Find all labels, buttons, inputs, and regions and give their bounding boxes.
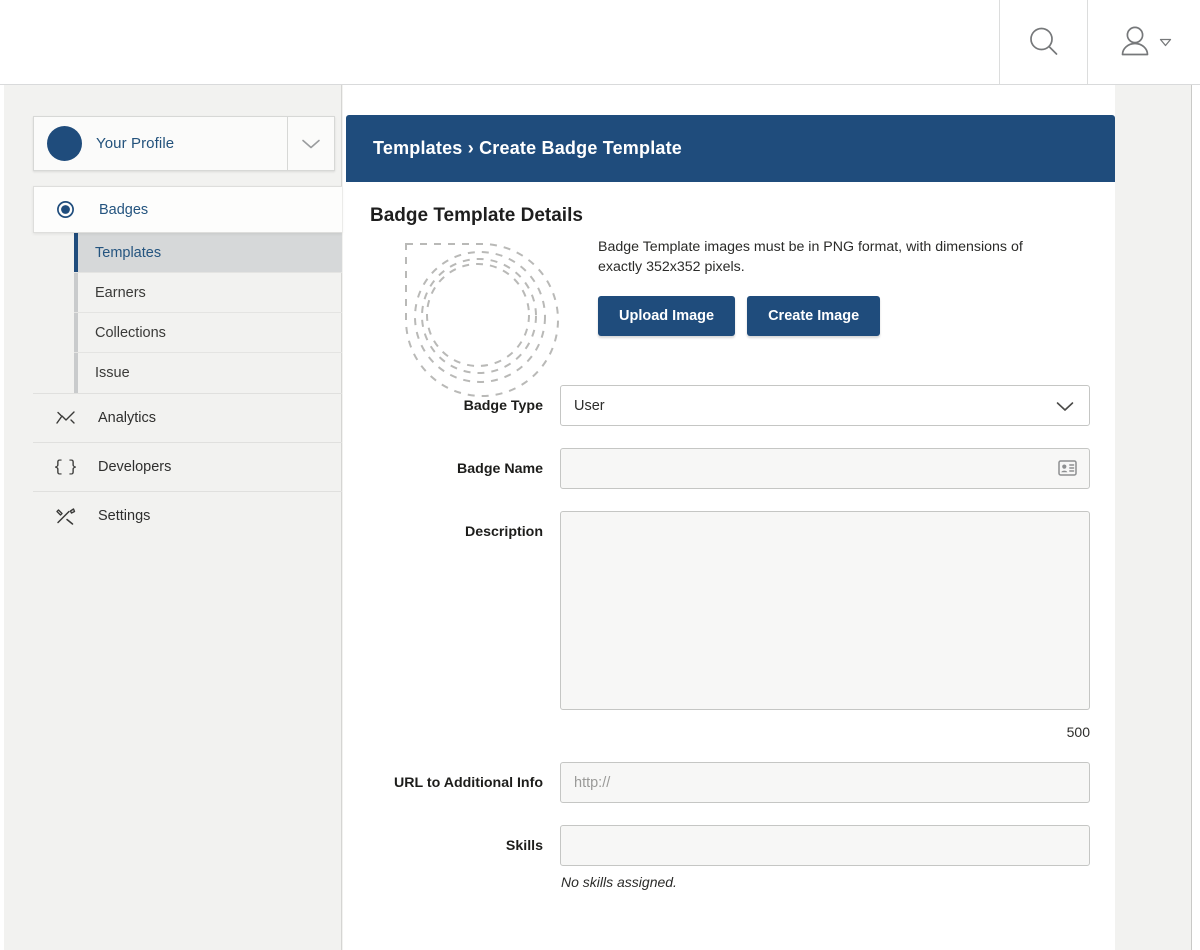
sidebar-item-earners[interactable]: Earners bbox=[74, 273, 342, 313]
search-button[interactable] bbox=[999, 0, 1087, 84]
top-header-bar bbox=[0, 0, 1200, 85]
url-field-wrap bbox=[560, 762, 1115, 803]
sidebar-item-earners-label: Earners bbox=[95, 285, 146, 301]
skills-helper-text: No skills assigned. bbox=[560, 874, 1090, 890]
sidebar-item-issue-label: Issue bbox=[95, 365, 130, 381]
sidebar-badges-sublist: Templates Earners Collections Issue bbox=[74, 233, 342, 393]
upload-image-button[interactable]: Upload Image bbox=[598, 296, 735, 336]
skills-label: Skills bbox=[343, 825, 560, 854]
skills-input[interactable] bbox=[560, 825, 1090, 866]
profile-dropdown-toggle[interactable] bbox=[288, 117, 334, 170]
user-menu-button[interactable] bbox=[1087, 0, 1200, 84]
badge-type-select[interactable] bbox=[560, 385, 1090, 426]
page-body: Your Profile Badges bbox=[0, 85, 1200, 950]
sidebar-item-analytics[interactable]: Analytics bbox=[33, 393, 342, 442]
sidebar-item-badges-label: Badges bbox=[99, 202, 148, 218]
description-char-counter: 500 bbox=[560, 724, 1090, 740]
badge-type-field-wrap bbox=[560, 385, 1115, 426]
sidebar-item-analytics-label: Analytics bbox=[98, 410, 156, 426]
contact-card-icon[interactable] bbox=[1058, 459, 1077, 477]
profile-name-label: Your Profile bbox=[96, 135, 174, 152]
chevron-down-icon bbox=[300, 137, 322, 151]
badge-type-label: Badge Type bbox=[343, 385, 560, 414]
badge-outline-placeholder-icon bbox=[399, 237, 567, 397]
form-row-badge-name: Badge Name bbox=[343, 448, 1115, 489]
sidebar-item-badges[interactable]: Badges bbox=[33, 186, 342, 233]
analytics-chart-icon bbox=[56, 410, 76, 426]
profile-selector[interactable]: Your Profile bbox=[33, 116, 335, 171]
badge-template-form: Badge Type Badge Name bbox=[343, 385, 1115, 912]
sidebar-item-templates[interactable]: Templates bbox=[74, 233, 342, 273]
image-requirements-text: Badge Template images must be in PNG for… bbox=[598, 237, 1058, 277]
description-field-wrap: 500 bbox=[560, 511, 1115, 740]
form-row-description: Description 500 bbox=[343, 511, 1115, 740]
page-title: Badge Template Details bbox=[370, 205, 583, 227]
create-image-button[interactable]: Create Image bbox=[747, 296, 880, 336]
form-row-badge-type: Badge Type bbox=[343, 385, 1115, 426]
tools-icon bbox=[56, 507, 76, 525]
url-input[interactable] bbox=[560, 762, 1090, 803]
sidebar-item-collections-label: Collections bbox=[95, 325, 166, 341]
code-braces-icon: { } bbox=[56, 458, 76, 476]
sidebar-nav: Badges Templates Earners Collections Iss… bbox=[33, 186, 342, 540]
sidebar-item-settings-label: Settings bbox=[98, 508, 150, 524]
header-empty-space bbox=[0, 0, 999, 84]
content-panel: Templates › Create Badge Template Badge … bbox=[343, 85, 1115, 950]
breadcrumb: Templates › Create Badge Template bbox=[373, 138, 682, 159]
sidebar: Your Profile Badges bbox=[4, 85, 342, 950]
sidebar-item-issue[interactable]: Issue bbox=[74, 353, 342, 393]
badge-name-input[interactable] bbox=[560, 448, 1090, 489]
image-action-buttons: Upload Image Create Image bbox=[598, 296, 880, 336]
badge-name-field-wrap bbox=[560, 448, 1115, 489]
sidebar-item-collections[interactable]: Collections bbox=[74, 313, 342, 353]
avatar-circle-icon bbox=[47, 126, 82, 161]
profile-main[interactable]: Your Profile bbox=[34, 117, 288, 170]
badge-name-label: Badge Name bbox=[343, 448, 560, 477]
url-label: URL to Additional Info bbox=[343, 762, 560, 791]
badge-circle-icon bbox=[57, 201, 74, 218]
sidebar-item-templates-label: Templates bbox=[95, 245, 161, 261]
sidebar-item-developers[interactable]: { } Developers bbox=[33, 442, 342, 491]
description-label: Description bbox=[343, 511, 560, 540]
form-row-url: URL to Additional Info bbox=[343, 762, 1115, 803]
search-icon bbox=[1024, 22, 1064, 62]
page-inner: Your Profile Badges bbox=[4, 85, 1192, 950]
skills-field-wrap: No skills assigned. bbox=[560, 825, 1115, 890]
description-textarea[interactable] bbox=[560, 511, 1090, 710]
form-row-skills: Skills No skills assigned. bbox=[343, 825, 1115, 890]
user-avatar-icon bbox=[1117, 23, 1153, 61]
caret-down-icon bbox=[1159, 37, 1172, 47]
sidebar-item-developers-label: Developers bbox=[98, 459, 171, 475]
sidebar-item-settings[interactable]: Settings bbox=[33, 491, 342, 540]
breadcrumb-bar: Templates › Create Badge Template bbox=[346, 115, 1115, 182]
